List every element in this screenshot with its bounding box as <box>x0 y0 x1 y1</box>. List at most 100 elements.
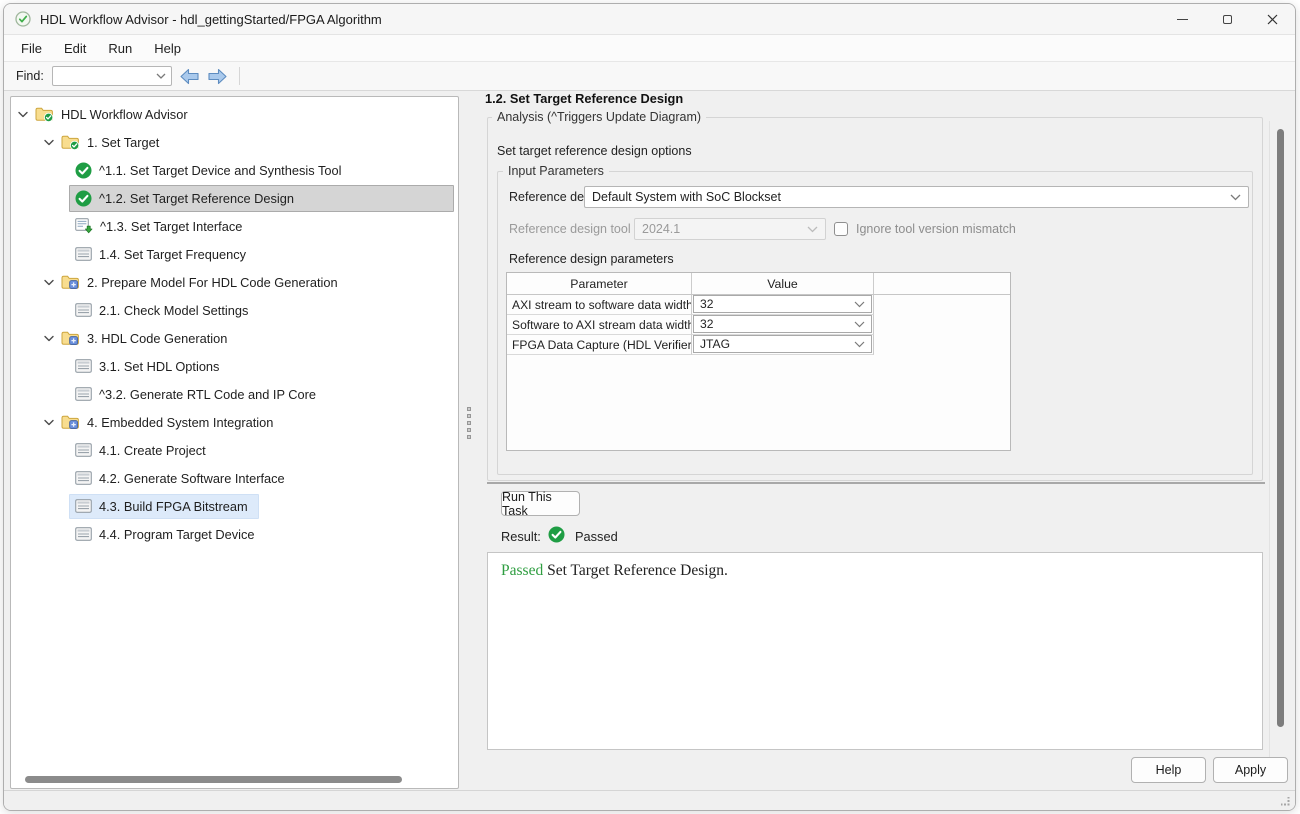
result-message-box: Passed Set Target Reference Design. <box>487 552 1263 750</box>
find-input[interactable] <box>52 66 172 86</box>
tree-item-label: ^1.2. Set Target Reference Design <box>99 191 294 206</box>
menu-file[interactable]: File <box>10 37 53 60</box>
tree-item-label: ^1.3. Set Target Interface <box>100 219 242 234</box>
chevron-down-icon[interactable] <box>43 279 55 286</box>
parameter-name-cell: AXI stream to software data width <box>507 295 692 315</box>
tree-item-label: 4.4. Program Target Device <box>99 527 255 542</box>
task-icon <box>75 527 92 541</box>
parameter-value-select[interactable]: JTAG <box>693 335 872 353</box>
resize-grip-icon[interactable] <box>1281 797 1290 806</box>
tree-item-chip[interactable]: 4.2. Generate Software Interface <box>69 466 296 491</box>
tree-item-chip[interactable]: 2.1. Check Model Settings <box>69 298 259 323</box>
tree-item-chip[interactable]: 1.4. Set Target Frequency <box>69 242 257 267</box>
tree-item-chip[interactable]: ^1.2. Set Target Reference Design <box>69 185 454 212</box>
result-message-text: Set Target Reference Design. <box>547 562 728 579</box>
tree-item[interactable]: 4. Embedded System Integration <box>11 408 458 436</box>
chevron-down-icon[interactable] <box>43 139 55 146</box>
tree-item-chip[interactable]: HDL Workflow Advisor <box>29 101 199 127</box>
tree-item-chip[interactable]: ^1.3. Set Target Interface <box>69 213 253 239</box>
section-separator <box>487 482 1265 484</box>
maximize-icon <box>1223 15 1232 24</box>
parameter-value: 32 <box>700 317 713 331</box>
tree-item[interactable]: ^1.2. Set Target Reference Design <box>11 184 458 212</box>
task-icon <box>75 387 92 401</box>
tree-item[interactable]: HDL Workflow Advisor <box>11 100 458 128</box>
ignore-mismatch-checkbox[interactable] <box>834 222 848 236</box>
tree-item[interactable]: 4.3. Build FPGA Bitstream <box>11 492 458 520</box>
tree-item[interactable]: 4.2. Generate Software Interface <box>11 464 458 492</box>
tree-item-label: 4.3. Build FPGA Bitstream <box>99 499 248 514</box>
folder-module-icon <box>61 274 80 290</box>
chevron-down-icon <box>854 301 865 308</box>
tree-item-chip[interactable]: ^1.1. Set Target Device and Synthesis To… <box>69 157 352 184</box>
tree-item-chip[interactable]: 3.1. Set HDL Options <box>69 354 230 379</box>
tree-item[interactable]: 1. Set Target <box>11 128 458 156</box>
tree-item-chip[interactable]: ^3.2. Generate RTL Code and IP Core <box>69 382 327 407</box>
task-title: 1.2. Set Target Reference Design <box>485 91 683 106</box>
chevron-down-icon <box>854 321 865 328</box>
tree-item[interactable]: 3. HDL Code Generation <box>11 324 458 352</box>
tool-version-select: 2024.1 <box>634 218 826 240</box>
window-controls <box>1160 4 1295 34</box>
tree-item-chip[interactable]: 4. Embedded System Integration <box>55 409 284 435</box>
find-previous-button[interactable] <box>179 68 200 85</box>
tree-item[interactable]: 4.1. Create Project <box>11 436 458 464</box>
help-button[interactable]: Help <box>1131 757 1206 783</box>
panel-splitter[interactable] <box>464 407 473 453</box>
tree-item[interactable]: 2. Prepare Model For HDL Code Generation <box>11 268 458 296</box>
apply-button[interactable]: Apply <box>1213 757 1288 783</box>
parameter-value-select[interactable]: 32 <box>693 295 872 313</box>
title-bar: HDL Workflow Advisor - hdl_gettingStarte… <box>4 4 1295 34</box>
run-this-task-button[interactable]: Run This Task <box>501 491 580 516</box>
menu-help[interactable]: Help <box>143 37 192 60</box>
reference-design-value: Default System with SoC Blockset <box>592 190 781 204</box>
task-icon <box>75 247 92 261</box>
tree-item-label: 2. Prepare Model For HDL Code Generation <box>87 275 338 290</box>
close-icon <box>1267 14 1278 25</box>
splitter-dot <box>467 414 471 418</box>
tree-item-chip[interactable]: 3. HDL Code Generation <box>55 325 238 351</box>
folder-module-icon <box>61 330 80 346</box>
tree-item-label: HDL Workflow Advisor <box>61 107 188 122</box>
tree-item[interactable]: 4.4. Program Target Device <box>11 520 458 548</box>
tree-item[interactable]: ^1.3. Set Target Interface <box>11 212 458 240</box>
minimize-button[interactable] <box>1160 4 1205 34</box>
tree-item[interactable]: 1.4. Set Target Frequency <box>11 240 458 268</box>
find-next-button[interactable] <box>207 68 228 85</box>
window-title: HDL Workflow Advisor - hdl_gettingStarte… <box>40 12 382 27</box>
chevron-down-icon[interactable] <box>43 335 55 342</box>
splitter-dot <box>467 421 471 425</box>
tool-version-value: 2024.1 <box>642 222 680 236</box>
result-message: Passed Set Target Reference Design. <box>501 562 728 580</box>
folder-module-icon <box>61 414 80 430</box>
parameter-row: FPGA Data Capture (HDL Verifier req...JT… <box>507 335 1010 355</box>
chevron-down-icon[interactable] <box>43 419 55 426</box>
tree-item-chip[interactable]: 1. Set Target <box>55 129 170 155</box>
task-panel: 1.2. Set Target Reference Design Analysi… <box>476 91 1295 790</box>
tree-horizontal-scrollbar[interactable] <box>25 776 402 783</box>
menu-run[interactable]: Run <box>97 37 143 60</box>
parameter-value-cell: 32 <box>692 295 874 315</box>
tree-item[interactable]: 2.1. Check Model Settings <box>11 296 458 324</box>
chevron-down-icon[interactable] <box>156 73 166 79</box>
maximize-button[interactable] <box>1205 4 1250 34</box>
task-description: Set target reference design options <box>497 144 692 158</box>
tree-item[interactable]: ^3.2. Generate RTL Code and IP Core <box>11 380 458 408</box>
tree-item-chip[interactable]: 2. Prepare Model For HDL Code Generation <box>55 269 349 295</box>
close-button[interactable] <box>1250 4 1295 34</box>
menu-edit[interactable]: Edit <box>53 37 97 60</box>
input-parameters-legend: Input Parameters <box>503 164 609 178</box>
chevron-down-icon[interactable] <box>17 111 29 118</box>
workflow-tree: HDL Workflow Advisor 1. Set Target^1.1. S… <box>11 100 458 548</box>
tree-item-chip[interactable]: 4.4. Program Target Device <box>69 522 266 547</box>
tree-item-chip[interactable]: 4.1. Create Project <box>69 438 217 463</box>
parameter-value-select[interactable]: 32 <box>693 315 872 333</box>
tree-item[interactable]: 3.1. Set HDL Options <box>11 352 458 380</box>
tree-item-label: 3.1. Set HDL Options <box>99 359 219 374</box>
tree-item[interactable]: ^1.1. Set Target Device and Synthesis To… <box>11 156 458 184</box>
task-icon <box>75 471 92 485</box>
reference-design-select[interactable]: Default System with SoC Blockset <box>584 186 1249 208</box>
tree-item-chip[interactable]: 4.3. Build FPGA Bitstream <box>69 494 259 519</box>
panel-vertical-scrollbar[interactable] <box>1277 129 1284 727</box>
task-icon <box>75 359 92 373</box>
